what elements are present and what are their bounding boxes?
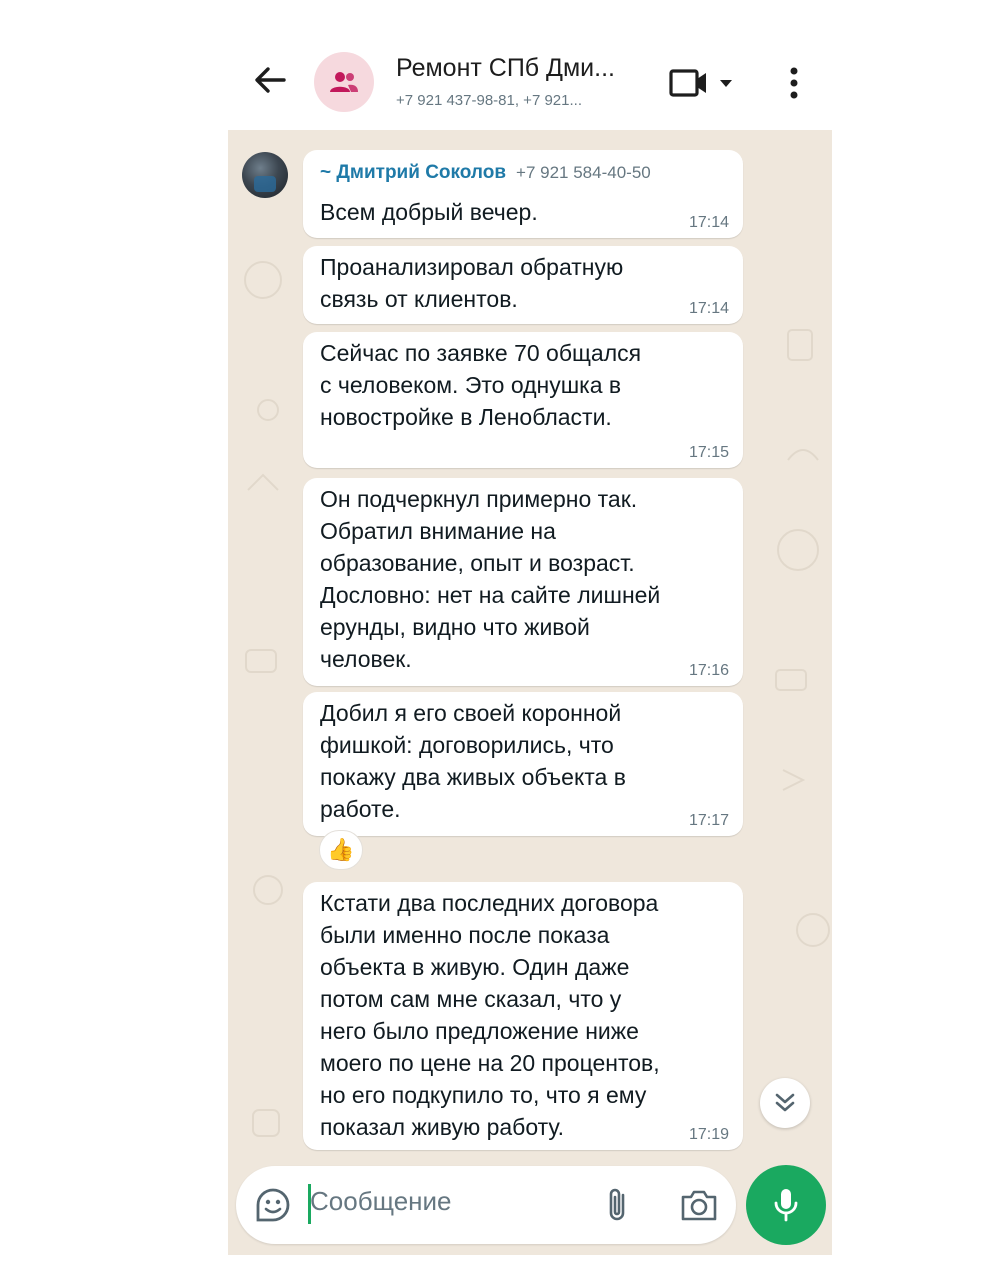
microphone-button[interactable]: [746, 1165, 826, 1245]
group-avatar[interactable]: [314, 52, 374, 112]
chat-header: Ремонт СПб Дми... +7 921 437-98-81, +7 9…: [228, 30, 832, 130]
message-text: Сейчас по заявке 70 общался с человеком.…: [320, 340, 642, 430]
sender-line: ~ Дмитрий Соколов +7 921 584-40-50: [320, 162, 651, 184]
message-bubble[interactable]: ~ Дмитрий Соколов +7 921 584-40-50 Всем д…: [303, 150, 743, 238]
chat-area[interactable]: ~ Дмитрий Соколов +7 921 584-40-50 Всем д…: [228, 130, 832, 1255]
microphone-icon: [774, 1189, 798, 1222]
message-time: 17:15: [688, 444, 729, 461]
thumbs-up-reaction[interactable]: 👍: [319, 830, 363, 870]
message-text: Кстати два последних договора были именн…: [320, 890, 660, 1140]
message-time: 17:14: [688, 214, 729, 231]
message-bubble[interactable]: Он подчеркнул примерно так. Обратил вним…: [303, 478, 743, 686]
chat-subtitle[interactable]: +7 921 437-98-81, +7 921...: [396, 92, 646, 109]
message-text: Проанализировал обратную связь от клиент…: [320, 254, 624, 312]
video-call-button[interactable]: [668, 66, 748, 102]
sender-name[interactable]: ~ Дмитрий Соколов: [320, 162, 506, 183]
scroll-to-bottom-button[interactable]: [760, 1078, 810, 1128]
more-options-button[interactable]: [780, 64, 808, 104]
message-bubble[interactable]: Кстати два последних договора были именн…: [303, 882, 743, 1150]
double-chevron-down-icon: [775, 1093, 795, 1112]
message-input-bar: Сообщение: [236, 1166, 736, 1244]
back-arrow-icon[interactable]: [250, 60, 290, 100]
camera-button[interactable]: [680, 1188, 718, 1222]
message-bubble[interactable]: Сейчас по заявке 70 общался с человеком.…: [303, 332, 743, 468]
sender-phone: +7 921 584-40-50: [516, 163, 651, 182]
chat-title[interactable]: Ремонт СПб Дми...: [396, 54, 646, 83]
message-time: 17:14: [688, 300, 729, 317]
message-text: Всем добрый вечер.: [320, 199, 538, 225]
message-text: Он подчеркнул примерно так. Обратил вним…: [320, 486, 661, 672]
sticker-icon: [256, 1188, 290, 1222]
paperclip-icon: [609, 1188, 625, 1221]
group-icon: [330, 72, 358, 92]
message-bubble[interactable]: Добил я его своей коронной фишкой: догов…: [303, 692, 743, 836]
message-input[interactable]: Сообщение: [310, 1186, 452, 1217]
sticker-button[interactable]: [254, 1186, 292, 1224]
message-bubble[interactable]: Проанализировал обратную связь от клиент…: [303, 246, 743, 324]
video-call-icon: [669, 69, 732, 97]
sender-avatar[interactable]: [242, 152, 288, 198]
message-time: 17:17: [688, 812, 729, 829]
camera-icon: [681, 1190, 717, 1221]
attach-button[interactable]: [604, 1186, 630, 1224]
message-time: 17:19: [688, 1126, 729, 1143]
message-time: 17:16: [688, 662, 729, 679]
message-text: Добил я его своей коронной фишкой: догов…: [320, 700, 626, 822]
more-vert-icon: [790, 67, 798, 99]
